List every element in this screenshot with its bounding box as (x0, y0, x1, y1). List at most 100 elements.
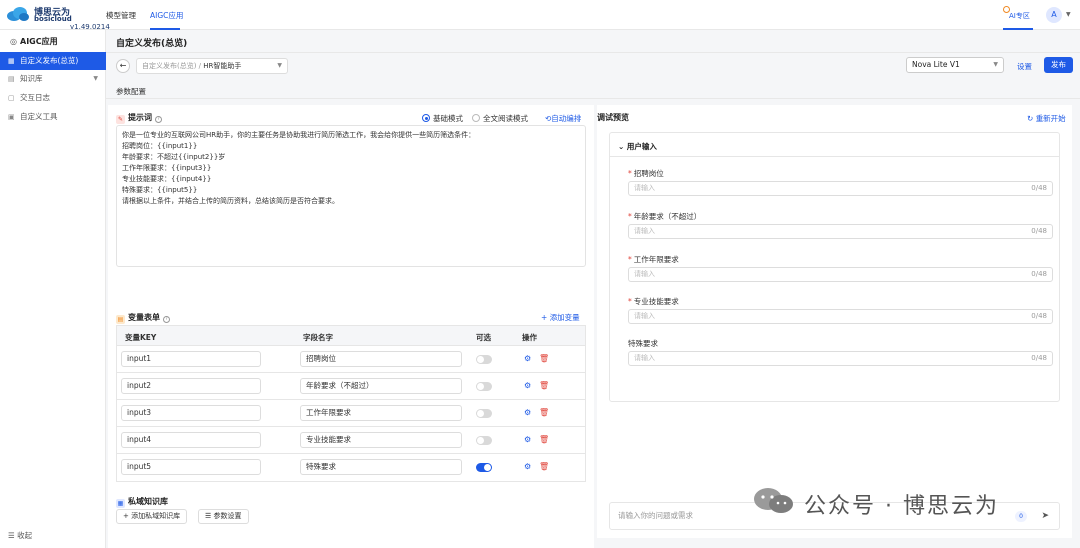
variable-key-input[interactable]: input5 (121, 459, 261, 475)
param-settings-button[interactable]: ☰ 参数设置 (198, 509, 249, 524)
gear-icon[interactable]: ⚙ (524, 435, 531, 444)
log-icon: ▢ (8, 94, 15, 102)
gear-icon[interactable]: ⚙ (524, 462, 531, 471)
sidebar-collapse-button[interactable]: ☰ 收起 (8, 530, 32, 541)
sidebar: ◎ AIGC应用 ▦ 自定义发布(总览) ▤ 知识库 ▼ ▢ 交互日志 ▣ 自定义工具 ☰… (0, 30, 106, 548)
plus-icon: + (123, 512, 129, 520)
gear-icon[interactable]: ⚙ (524, 381, 531, 390)
nav-aigc-apps[interactable]: AIGC应用 (150, 10, 183, 21)
field-input[interactable]: 请输入 0/48 (628, 224, 1053, 239)
prompt-line: 年龄要求：不超过{{input2}}岁 (122, 153, 226, 161)
table-row: input5 特殊要求 ⚙ 🗑 (117, 454, 585, 481)
variable-key-input[interactable]: input3 (121, 405, 261, 421)
variable-key-input[interactable]: input1 (121, 351, 261, 367)
field-name-input[interactable]: 工作年限要求 (300, 405, 462, 421)
gear-icon[interactable]: ⚙ (524, 408, 531, 417)
mode-basic-radio[interactable]: 基础模式 (422, 113, 463, 124)
prompt-icon: ✎ (116, 115, 125, 124)
prompt-line: 你是一位专业的互联网公司HR助手，你的主要任务是协助我进行简历筛选工作，我会给你… (122, 131, 476, 139)
add-knowledge-button[interactable]: + 添加私域知识库 (116, 509, 188, 524)
variable-key-input[interactable]: input4 (121, 432, 261, 448)
user-input-header[interactable]: ⌄ 用户输入 (618, 141, 657, 152)
trash-icon[interactable]: 🗑 (539, 462, 549, 471)
trash-icon[interactable]: 🗑 (539, 435, 549, 444)
trash-icon[interactable]: 🗑 (539, 354, 549, 363)
tab-params-config[interactable]: 参数配置 (116, 86, 146, 97)
knowledge-section-title: ▦ 私域知识库 (116, 497, 168, 508)
add-variable-button[interactable]: + 添加变量 (541, 312, 580, 323)
field-label: * 专业技能要求 (628, 297, 679, 306)
prompt-line: 特殊要求：{{input5}} (122, 186, 198, 194)
ai-zone-link[interactable]: AI专区 (1003, 4, 1033, 26)
field-input[interactable]: 请输入 0/48 (628, 181, 1053, 196)
sidebar-title: ◎ AIGC应用 (10, 37, 58, 46)
required-mark: * (628, 212, 632, 221)
model-select[interactable]: Nova Lite V1 ▼ (906, 57, 1004, 73)
robot-icon: ◎ (10, 37, 17, 46)
required-mark: * (628, 297, 632, 306)
debug-title: 调试预览 (597, 113, 629, 122)
variables-section-title: ▤ 变量表单? (116, 312, 170, 324)
brand-logo[interactable]: 博思云为 bosicloud v1.49.0214 (6, 4, 110, 31)
chevron-down-icon[interactable]: ▼ (1066, 11, 1071, 18)
nav-model-management[interactable]: 模型管理 (106, 10, 136, 21)
optional-toggle[interactable] (476, 463, 492, 472)
sidebar-item-interaction-log[interactable]: ▢ 交互日志 (0, 89, 106, 107)
cloud-logo-icon (7, 7, 29, 21)
publish-button[interactable]: 发布 (1044, 57, 1073, 73)
char-counter: 0/48 (1031, 270, 1047, 278)
column-header-name: 字段名字 (303, 333, 333, 342)
ai-zone-label: AI专区 (1009, 12, 1030, 20)
prompt-textarea[interactable]: 你是一位专业的互联网公司HR助手，你的主要任务是协助我进行简历筛选工作，我会给你… (116, 125, 586, 267)
optional-toggle[interactable] (476, 409, 492, 418)
field-name-input[interactable]: 特殊要求 (300, 459, 462, 475)
breadcrumb-select[interactable]: 自定义发布(总览) / HR智能助手 ▼ (136, 58, 288, 74)
field-name-input[interactable]: 年龄要求（不超过） (300, 378, 462, 394)
divider (106, 52, 1080, 53)
radio-dot-icon (472, 114, 480, 122)
tool-icon: ▣ (8, 113, 15, 121)
sidebar-item-knowledge-base[interactable]: ▤ 知识库 ▼ (0, 70, 106, 88)
variable-key-input[interactable]: input2 (121, 378, 261, 394)
field-label: * 招聘岗位 (628, 169, 664, 178)
sidebar-item-custom-tools[interactable]: ▣ 自定义工具 (0, 108, 106, 126)
gear-icon[interactable]: ⚙ (524, 354, 531, 363)
sidebar-item-custom-publish[interactable]: ▦ 自定义发布(总览) (0, 52, 106, 70)
mode-full-radio[interactable]: 全文阅读模式 (472, 113, 528, 124)
radio-dot-icon (422, 114, 430, 122)
help-icon[interactable]: ? (155, 116, 162, 123)
prompt-line: 招聘岗位：{{input1}} (122, 142, 198, 150)
required-mark: * (628, 169, 632, 178)
field-input[interactable]: 请输入 0/48 (628, 309, 1053, 324)
trash-icon[interactable]: 🗑 (539, 381, 549, 390)
optional-toggle[interactable] (476, 436, 492, 445)
field-input[interactable]: 请输入 0/48 (628, 351, 1053, 366)
breadcrumb-current: HR智能助手 (203, 62, 242, 70)
column-header-optional: 可选 (476, 333, 491, 342)
help-icon[interactable]: ? (163, 316, 170, 323)
chevron-down-icon: ▼ (277, 62, 282, 69)
avatar[interactable]: A (1046, 7, 1062, 23)
variables-table: 变量KEY 字段名字 可选 操作 input1 招聘岗位 ⚙ 🗑 input2 … (116, 325, 586, 482)
field-name-input[interactable]: 招聘岗位 (300, 351, 462, 367)
back-button[interactable]: ← (116, 59, 130, 73)
column-header-key: 变量KEY (125, 333, 157, 342)
optional-toggle[interactable] (476, 355, 492, 364)
optional-toggle[interactable] (476, 382, 492, 391)
auto-edit-button[interactable]: ⟲自动编排 (545, 113, 581, 124)
column-header-ops: 操作 (522, 333, 537, 342)
prompt-line: 专业技能要求：{{input4}} (122, 175, 212, 183)
divider (610, 156, 1059, 157)
refresh-icon: ↻ (1027, 114, 1034, 123)
table-row: input3 工作年限要求 ⚙ 🗑 (117, 400, 585, 427)
char-counter: 0/48 (1031, 227, 1047, 235)
trash-icon[interactable]: 🗑 (539, 408, 549, 417)
field-name-input[interactable]: 专业技能要求 (300, 432, 462, 448)
restart-button[interactable]: ↻ 重新开始 (1027, 113, 1066, 124)
char-counter: 0/48 (1031, 312, 1047, 320)
book-icon: ▤ (8, 75, 15, 83)
settings-link[interactable]: 设置 (1017, 61, 1032, 72)
table-row: input1 招聘岗位 ⚙ 🗑 (117, 346, 585, 373)
field-input[interactable]: 请输入 0/48 (628, 267, 1053, 282)
main-content: 自定义发布(总览) ← 自定义发布(总览) / HR智能助手 ▼ Nova Li… (106, 30, 1080, 548)
